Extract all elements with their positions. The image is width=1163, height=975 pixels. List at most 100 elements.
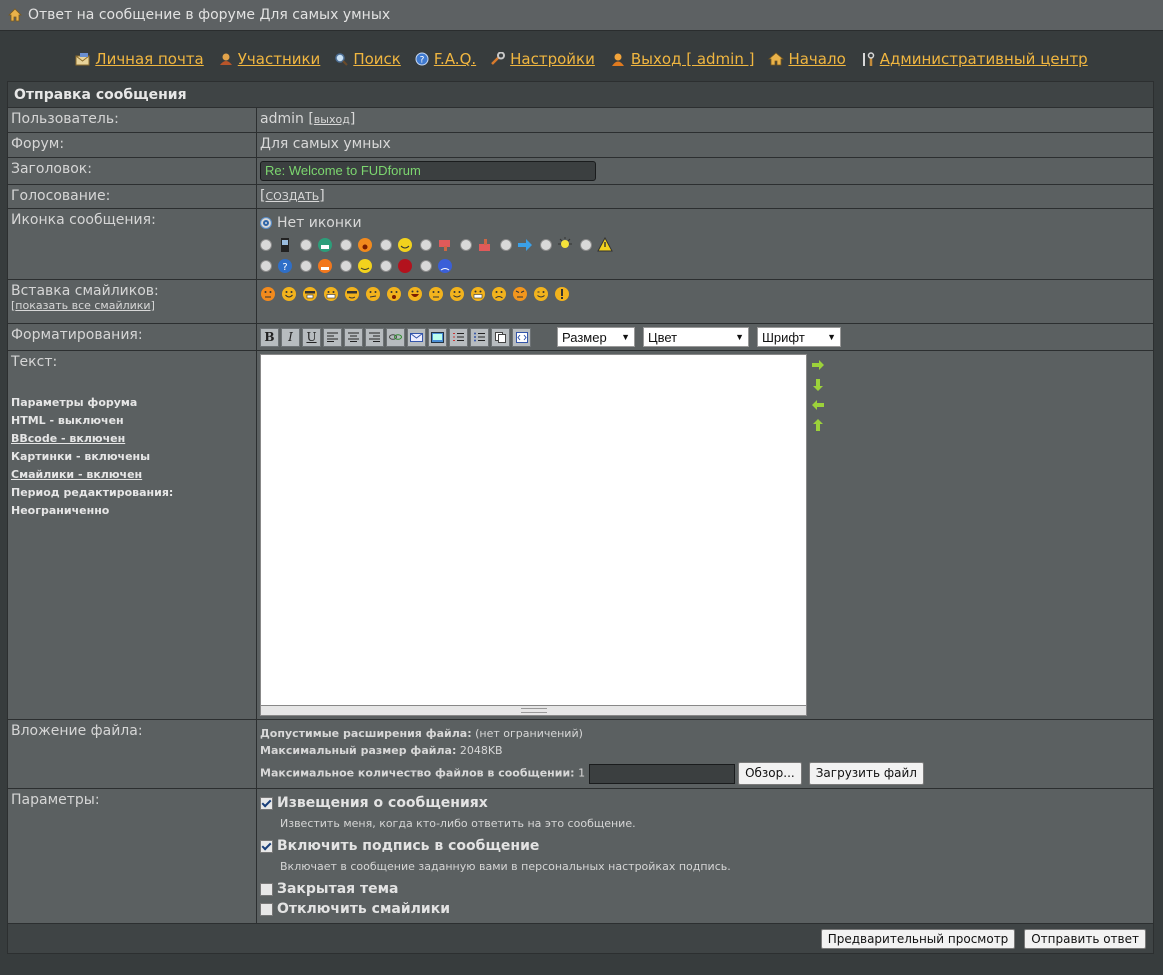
no-icon-radio[interactable] [260, 217, 272, 229]
nav-search[interactable]: Поиск [334, 50, 401, 68]
icon-radio[interactable] [300, 259, 312, 272]
icon-radio[interactable] [540, 238, 552, 251]
align-center-icon [348, 332, 359, 342]
nav-settings-link[interactable]: Настройки [510, 50, 595, 68]
align-left-button[interactable] [323, 327, 342, 347]
icon-radio[interactable] [380, 238, 392, 251]
bold-button[interactable]: B [260, 327, 279, 347]
file-path-input[interactable] [588, 763, 735, 784]
smiley-laugh-icon[interactable] [407, 286, 423, 302]
color-select[interactable]: Цвет ▼ [643, 327, 749, 347]
poll-cell: [СОЗДАТЬ] [256, 184, 1154, 209]
nav-admin-center[interactable]: Административный центр [860, 50, 1088, 68]
nav-members-link[interactable]: Участники [238, 50, 321, 68]
nav-logout[interactable]: Выход [ admin ] [609, 50, 755, 68]
smilies-label-cell: Вставка смайликов: [показать все смайлик… [7, 279, 257, 324]
text-label-cell: Текст: Параметры форума HTML - выключен … [7, 350, 257, 720]
icon-row-2: ? [260, 255, 1150, 276]
locked-topic-checkbox[interactable] [260, 882, 273, 896]
icon-radio[interactable] [380, 259, 392, 272]
insert-link-button[interactable] [386, 327, 405, 347]
forum-value: Для самых умных [256, 132, 1154, 158]
icon-radio[interactable] [580, 238, 592, 251]
bullet-list-button[interactable] [470, 327, 489, 347]
smiley-angry-icon[interactable] [260, 286, 276, 302]
numbered-list-button[interactable] [449, 327, 468, 347]
smiley-smile-icon[interactable] [449, 286, 465, 302]
text-cell [256, 350, 1154, 720]
code-button[interactable] [512, 327, 531, 347]
smiley-wink-icon[interactable] [533, 286, 549, 302]
smiley-mad-icon[interactable] [512, 286, 528, 302]
smiley-exclaim-icon[interactable] [554, 286, 570, 302]
smiley-confused-icon[interactable] [365, 286, 381, 302]
insert-image-button[interactable] [428, 327, 447, 347]
nav-home-link[interactable]: Начало [788, 50, 845, 68]
nav-admin-center-link[interactable]: Административный центр [880, 50, 1088, 68]
align-center-button[interactable] [344, 327, 363, 347]
browse-button[interactable]: Обзор... [738, 762, 802, 785]
font-select[interactable]: Шрифт ▼ [757, 327, 841, 347]
quote-button[interactable] [491, 327, 510, 347]
smiley-grin-icon[interactable] [323, 286, 339, 302]
message-textarea[interactable] [260, 354, 807, 706]
nav-faq-link[interactable]: F.A.Q. [434, 50, 476, 68]
italic-button[interactable]: I [281, 327, 300, 347]
smiley-blush-icon[interactable] [428, 286, 444, 302]
smiley-shades-icon[interactable] [344, 286, 360, 302]
disable-smilies-checkbox[interactable] [260, 902, 273, 916]
max-size-label: Максимальный размер файла: [260, 744, 457, 757]
thumbs-down-icon [439, 239, 450, 251]
textarea-resize-handle[interactable] [260, 706, 807, 716]
show-all-smilies-link[interactable]: показать все смайлики [15, 299, 150, 312]
icon-radio[interactable] [460, 238, 472, 251]
underline-button[interactable]: U [302, 327, 321, 347]
nav-private-mail[interactable]: Личная почта [75, 50, 204, 68]
icon-radio[interactable] [300, 238, 312, 251]
smilies-status-link[interactable]: Смайлики - включен [11, 466, 253, 484]
create-poll-link[interactable]: СОЗДАТЬ [265, 190, 319, 203]
icon-radio[interactable] [420, 238, 432, 251]
nav-settings[interactable]: Настройки [490, 50, 595, 68]
insert-email-button[interactable] [407, 327, 426, 347]
arrow-up-icon[interactable] [811, 418, 825, 432]
smiley-bigsmile-icon[interactable] [470, 286, 486, 302]
icon-radio[interactable] [420, 259, 432, 272]
signature-checkbox[interactable] [260, 839, 273, 853]
icon-radio[interactable] [340, 259, 352, 272]
upload-file-button[interactable]: Загрузить файл [808, 762, 924, 785]
nav-logout-link[interactable]: Выход [ admin ] [631, 50, 755, 68]
icon-radio[interactable] [500, 238, 512, 251]
icon-radio[interactable] [260, 259, 272, 272]
logout-link[interactable]: выход [314, 113, 350, 126]
warning-icon [597, 236, 613, 251]
submit-reply-button[interactable]: Отправить ответ [1024, 928, 1146, 949]
arrow-right-icon[interactable] [811, 358, 825, 372]
smiley-surprised-icon[interactable] [386, 286, 402, 302]
bbcode-status-link[interactable]: BBcode - включен [11, 430, 253, 448]
size-select[interactable]: Размер ▼ [557, 327, 635, 347]
smiley-happy-icon[interactable] [281, 286, 297, 302]
smiley-frown-icon[interactable] [491, 286, 507, 302]
align-right-button[interactable] [365, 327, 384, 347]
icon-cell: Нет иконки ? [256, 208, 1154, 280]
notify-checkbox[interactable] [260, 796, 273, 810]
html-status: HTML - выключен [11, 414, 124, 427]
nav-search-link[interactable]: Поиск [353, 50, 401, 68]
nav-private-mail-link[interactable]: Личная почта [95, 50, 203, 68]
help-icon: ? [415, 52, 429, 66]
subject-input[interactable]: Re: Welcome to FUDforum [260, 161, 596, 181]
arrow-down-icon[interactable] [811, 378, 825, 392]
nav-faq[interactable]: ? F.A.Q. [415, 50, 476, 68]
icon-radio[interactable] [340, 238, 352, 251]
smilies-label: Вставка смайликов: [11, 283, 159, 299]
nav-home[interactable]: Начало [768, 50, 846, 68]
icon-radio[interactable] [260, 238, 272, 251]
smiley-cool-icon[interactable] [302, 286, 318, 302]
arrow-left-icon[interactable] [811, 398, 825, 412]
link-icon [389, 334, 402, 340]
nav-members[interactable]: Участники [218, 50, 321, 68]
top-navigation: Личная почта Участники Поиск ? F.A.Q. На… [0, 50, 1163, 68]
preview-button[interactable]: Предварительный просмотр [820, 928, 1016, 949]
code-icon [515, 331, 528, 343]
